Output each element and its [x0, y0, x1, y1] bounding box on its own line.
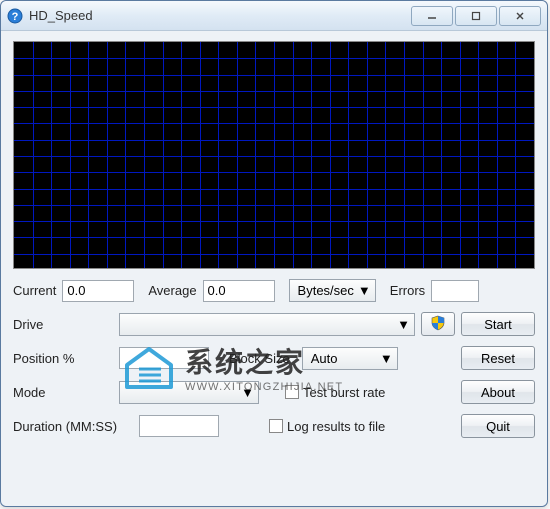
blocksize-selected: Auto — [311, 351, 376, 366]
duration-label: Duration (MM:SS) — [13, 419, 133, 434]
uac-shield-button[interactable] — [421, 312, 455, 336]
chevron-down-icon: ▼ — [397, 317, 410, 332]
units-dropdown[interactable]: Bytes/sec ▼ — [289, 279, 376, 302]
app-window: ? HD_Speed Current Average Bytes/sec ▼ E… — [0, 0, 548, 507]
duration-row: Duration (MM:SS) Log results to file Qui… — [13, 414, 535, 438]
mode-row: Mode ▼ Test burst rate About — [13, 380, 535, 404]
speed-graph — [13, 41, 535, 269]
chevron-down-icon: ▼ — [358, 283, 371, 298]
errors-label: Errors — [390, 283, 425, 298]
average-label: Average — [148, 283, 196, 298]
log-results-checkbox[interactable]: Log results to file — [269, 419, 385, 434]
mode-dropdown[interactable]: ▼ — [119, 381, 259, 404]
client-area: Current Average Bytes/sec ▼ Errors Drive… — [1, 31, 547, 506]
drive-row: Drive ▼ Start — [13, 312, 535, 336]
test-burst-checkbox[interactable]: Test burst rate — [285, 385, 385, 400]
current-value[interactable] — [62, 280, 134, 302]
about-button[interactable]: About — [461, 380, 535, 404]
checkbox-icon — [285, 385, 299, 399]
stats-row: Current Average Bytes/sec ▼ Errors — [13, 279, 535, 302]
shield-icon — [430, 315, 446, 334]
checkbox-icon — [269, 419, 283, 433]
drive-label: Drive — [13, 317, 113, 332]
errors-value[interactable] — [431, 280, 479, 302]
position-input[interactable] — [119, 347, 209, 369]
maximize-button[interactable] — [455, 6, 497, 26]
duration-input[interactable] — [139, 415, 219, 437]
chevron-down-icon: ▼ — [241, 385, 254, 400]
position-label: Position % — [13, 351, 113, 366]
svg-text:?: ? — [12, 11, 19, 23]
start-button[interactable]: Start — [461, 312, 535, 336]
chevron-down-icon: ▼ — [380, 351, 393, 366]
minimize-button[interactable] — [411, 6, 453, 26]
position-row: Position % Block Size Auto ▼ Reset — [13, 346, 535, 370]
close-button[interactable] — [499, 6, 541, 26]
blocksize-dropdown[interactable]: Auto ▼ — [302, 347, 398, 370]
mode-label: Mode — [13, 385, 113, 400]
reset-button[interactable]: Reset — [461, 346, 535, 370]
quit-button[interactable]: Quit — [461, 414, 535, 438]
titlebar: ? HD_Speed — [1, 1, 547, 31]
current-label: Current — [13, 283, 56, 298]
app-icon: ? — [7, 8, 23, 24]
average-value[interactable] — [203, 280, 275, 302]
window-title: HD_Speed — [29, 8, 411, 23]
drive-dropdown[interactable]: ▼ — [119, 313, 415, 336]
units-selected: Bytes/sec — [298, 283, 354, 298]
window-controls — [411, 6, 541, 26]
blocksize-label: Block Size — [229, 351, 290, 366]
